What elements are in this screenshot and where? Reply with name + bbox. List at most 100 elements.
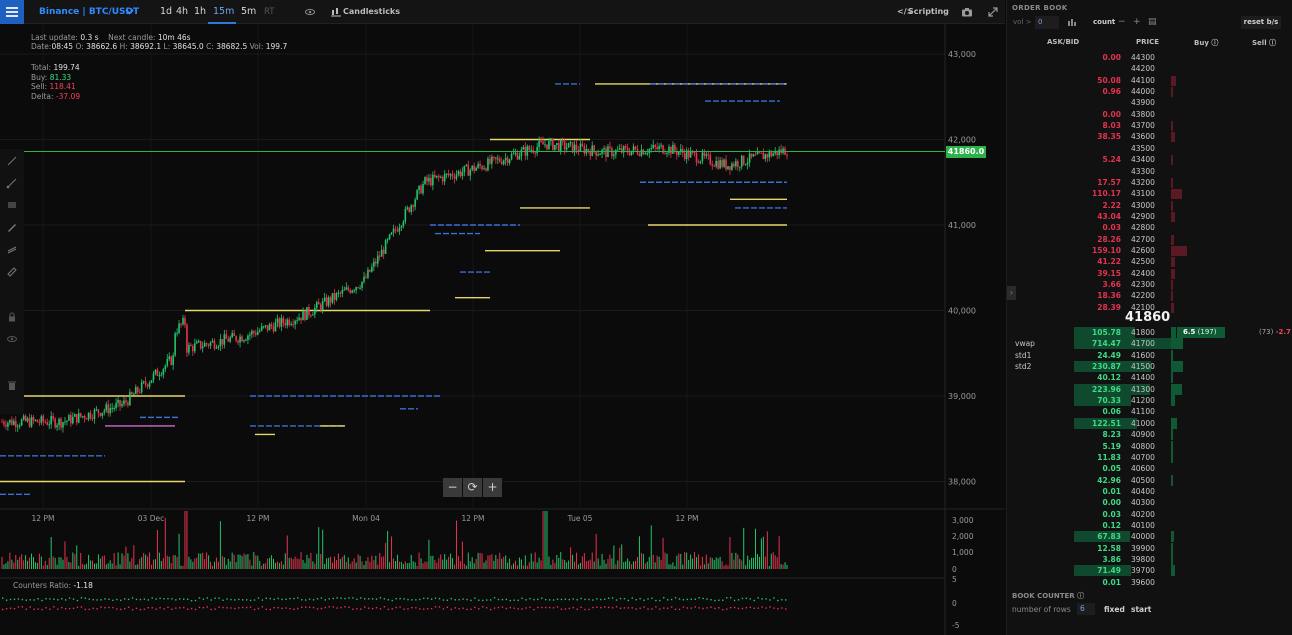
eye-icon[interactable] xyxy=(304,6,316,18)
visibility-icon[interactable] xyxy=(6,333,18,345)
collapse-arrow-icon[interactable]: › xyxy=(1007,286,1016,300)
reset-zoom-button[interactable]: ⟳ xyxy=(463,478,482,497)
ratio-dot xyxy=(257,607,260,610)
zoom-out-button[interactable]: − xyxy=(443,478,462,497)
ask-qty: 3.66 xyxy=(1102,280,1121,289)
zoom-in-button[interactable]: + xyxy=(483,478,502,497)
candle-body xyxy=(319,304,322,310)
ratio-dot xyxy=(304,599,307,601)
ratio-dot xyxy=(635,608,637,610)
ratio-dot xyxy=(379,597,382,599)
candle-body xyxy=(737,161,739,167)
ratio-dot xyxy=(761,606,763,608)
ratio-dot xyxy=(537,606,539,609)
candle-body xyxy=(219,339,222,347)
candle-body xyxy=(296,320,298,322)
ratio-dot xyxy=(230,607,232,609)
fixed-button[interactable]: fixed xyxy=(1104,605,1125,614)
ratio-dot xyxy=(371,598,374,600)
candle-body xyxy=(351,290,354,293)
ratio-dot xyxy=(446,599,449,601)
ratio-dot xyxy=(320,597,323,599)
candle-body xyxy=(528,146,531,150)
list-icon[interactable]: ▤ xyxy=(1148,16,1157,29)
scripting-button[interactable]: Scripting xyxy=(908,7,949,16)
ratio-dot xyxy=(663,607,665,609)
camera-icon[interactable] xyxy=(961,6,973,18)
minus-icon[interactable]: − xyxy=(1118,16,1126,29)
lock-icon[interactable] xyxy=(6,311,18,323)
ratio-dot xyxy=(202,606,205,609)
menu-button[interactable] xyxy=(0,0,24,24)
ratio-dot xyxy=(356,608,358,610)
ratio-dot xyxy=(576,598,578,601)
trash-icon[interactable] xyxy=(6,379,18,391)
ruler-icon[interactable] xyxy=(6,265,18,277)
close-label: C: xyxy=(206,42,214,51)
candle-body xyxy=(335,293,338,300)
candle-body xyxy=(36,419,39,423)
reset-bs-button[interactable]: reset b/s xyxy=(1241,16,1281,29)
candle-body xyxy=(56,425,58,428)
candle-body xyxy=(251,331,253,335)
timeframe-rt[interactable]: RT xyxy=(264,7,274,17)
expand-icon[interactable] xyxy=(987,6,999,18)
ratio-dot xyxy=(159,606,161,609)
ratio-dot xyxy=(120,608,122,611)
chevron-down-icon[interactable] xyxy=(125,7,134,16)
candle-body xyxy=(11,419,13,425)
candle-body xyxy=(496,158,499,160)
timeframe-15m[interactable]: 15m xyxy=(213,6,234,17)
start-button[interactable]: start xyxy=(1131,605,1151,614)
ratio-dot xyxy=(702,597,704,600)
candle-body xyxy=(154,369,157,374)
rows-input[interactable]: 6 xyxy=(1077,603,1095,615)
candle-body xyxy=(7,422,9,427)
vol-filter-input[interactable]: 0 xyxy=(1035,16,1059,29)
order-book-title: ORDER BOOK xyxy=(1012,4,1068,12)
timeframe-1d[interactable]: 1d xyxy=(160,6,172,17)
ratio-dot xyxy=(663,597,665,599)
ratio-dot xyxy=(202,598,205,600)
trend-line-icon[interactable] xyxy=(6,155,18,167)
pencil-icon[interactable] xyxy=(6,221,18,233)
ratio-dot xyxy=(76,599,79,602)
horizontal-lines-icon[interactable] xyxy=(6,199,18,211)
chart-type-selector[interactable]: Candlesticks xyxy=(343,7,400,16)
plus-icon[interactable]: + xyxy=(1133,16,1141,29)
ratio-dot xyxy=(529,597,531,600)
channel-icon[interactable] xyxy=(6,243,18,255)
ratio-dot xyxy=(104,598,106,600)
timeframe-5m[interactable]: 5m xyxy=(241,6,256,17)
ratio-dot xyxy=(584,598,586,601)
price-chart[interactable]: 43,000 42,000 41,000 40,000 39,000 38,000 12 P… xyxy=(0,24,1005,635)
ratio-dot xyxy=(29,606,31,608)
timeframe-1h[interactable]: 1h xyxy=(194,6,206,17)
next-candle-label: Next candle: xyxy=(108,33,156,42)
candle-body xyxy=(264,325,267,327)
x-tick-label: 12 PM xyxy=(676,514,699,523)
ratio-dot xyxy=(615,606,618,608)
ratio-dot xyxy=(72,607,75,610)
ratio-dot xyxy=(777,608,779,610)
candle-body xyxy=(504,157,507,161)
timeframe-4h[interactable]: 4h xyxy=(176,6,188,17)
bid-depth-bar xyxy=(1171,327,1177,338)
ray-icon[interactable] xyxy=(6,177,18,189)
bid-price: 41800 xyxy=(1131,328,1155,337)
candle-body xyxy=(591,145,594,156)
candle-body xyxy=(750,153,753,157)
ask-price: 42300 xyxy=(1131,280,1155,289)
chart-toggle-icon[interactable] xyxy=(1067,16,1077,29)
candle-body xyxy=(762,152,765,160)
ratio-dot xyxy=(576,608,578,610)
candle-body xyxy=(48,424,51,426)
count-toggle[interactable]: count xyxy=(1093,16,1115,29)
chart-area[interactable]: 43,000 42,000 41,000 40,000 39,000 38,000 12 P… xyxy=(0,24,1005,635)
ratio-dot xyxy=(367,598,370,600)
ratio-dot xyxy=(5,608,8,610)
candle-body xyxy=(253,331,255,333)
ratio-dot xyxy=(714,607,716,610)
candle-body xyxy=(284,323,287,326)
ask-row: 43500 xyxy=(1007,143,1292,154)
